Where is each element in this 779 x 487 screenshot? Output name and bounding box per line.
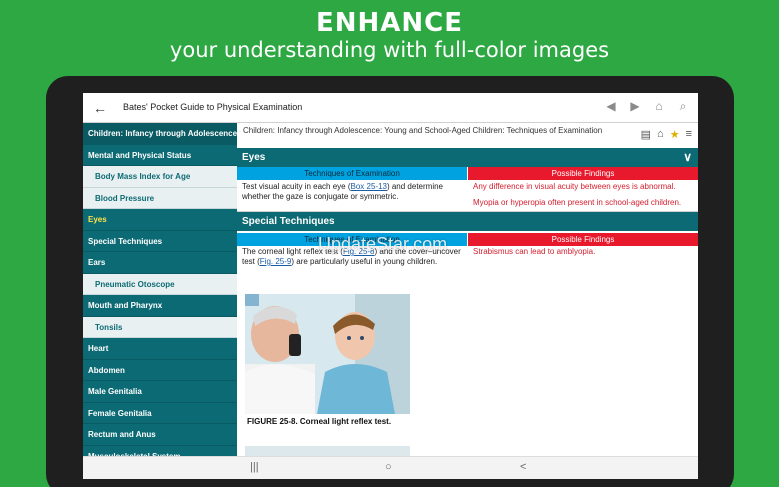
next-figure-photo[interactable] xyxy=(245,446,410,456)
watermark: UpdateStar.com xyxy=(318,234,448,254)
content-toolbar: ▤ ⌂ ★ ≡ xyxy=(641,128,692,141)
system-nav-bar: ||| ○ < xyxy=(83,456,698,479)
sidebar-item-pneumatic-otoscope[interactable]: Pneumatic Otoscope xyxy=(83,273,237,295)
sidebar-item-heart[interactable]: Heart xyxy=(83,338,237,360)
fig-25-9-link[interactable]: Fig. 25-9 xyxy=(260,257,292,266)
app-bar-actions: ◀ ▶ ⌂ ⌕ xyxy=(604,99,690,114)
breadcrumb: Children: Infancy through Adolescence: Y… xyxy=(243,126,603,135)
home-nav-icon[interactable]: ○ xyxy=(385,461,392,473)
special-finding-1: Strabismus can lead to amblyopia. xyxy=(473,247,596,256)
notes-icon[interactable]: ▤ xyxy=(641,128,651,141)
section-header-special-techniques[interactable]: Special Techniques xyxy=(237,212,698,231)
section-header-eyes[interactable]: Eyes ∨ xyxy=(237,148,698,167)
sidebar-item-musculoskeletal[interactable]: Musculoskeletal System xyxy=(83,446,237,457)
app-screen: ← Bates' Pocket Guide to Physical Examin… xyxy=(83,93,698,479)
section-title-special-techniques: Special Techniques xyxy=(242,216,335,227)
favorite-star-icon[interactable]: ★ xyxy=(670,128,680,141)
chevron-down-icon[interactable]: ∨ xyxy=(683,148,692,167)
sidebar-item-abdomen[interactable]: Abdomen xyxy=(83,360,237,381)
home-icon[interactable]: ⌂ xyxy=(652,99,666,114)
sidebar-item-bmi-for-age[interactable]: Body Mass Index for Age xyxy=(83,166,237,188)
sidebar-item-rectum-anus[interactable]: Rectum and Anus xyxy=(83,424,237,446)
photo-illustration xyxy=(245,294,410,414)
promo-subline: your understanding with full-color image… xyxy=(169,38,610,62)
eyes-finding-2: Myopia or hyperopia often present in sch… xyxy=(473,198,682,207)
sidebar-item-special-techniques[interactable]: Special Techniques xyxy=(83,231,237,252)
box-25-13-link[interactable]: Box 25-13 xyxy=(351,182,387,191)
previous-icon[interactable]: ◀ xyxy=(604,99,618,114)
app-bar: ← Bates' Pocket Guide to Physical Examin… xyxy=(83,93,698,123)
content-pane: Children: Infancy through Adolescence: Y… xyxy=(237,123,698,456)
corneal-light-reflex-photo[interactable] xyxy=(245,294,410,414)
column-header-techniques: Techniques of Examination xyxy=(237,167,467,180)
back-nav-icon[interactable]: < xyxy=(520,461,526,473)
app-title: Bates' Pocket Guide to Physical Examinat… xyxy=(123,102,303,112)
sidebar: Children: Infancy through Adolescence...… xyxy=(83,123,237,456)
recent-apps-icon[interactable]: ||| xyxy=(250,461,259,473)
next-icon[interactable]: ▶ xyxy=(628,99,642,114)
sidebar-item-male-genitalia[interactable]: Male Genitalia xyxy=(83,381,237,403)
tag-icon[interactable]: ⌂ xyxy=(657,128,664,141)
figure-caption: FIGURE 25-8. Corneal light reflex test. xyxy=(247,417,392,426)
contents-list-icon[interactable]: ≡ xyxy=(686,128,692,141)
eyes-finding-1: Any difference in visual acuity between … xyxy=(473,182,676,191)
sidebar-item-mouth-pharynx[interactable]: Mouth and Pharynx xyxy=(83,295,237,317)
search-icon[interactable]: ⌕ xyxy=(676,99,690,114)
sidebar-item-female-genitalia[interactable]: Female Genitalia xyxy=(83,403,237,424)
column-header-findings: Possible Findings xyxy=(468,167,698,180)
sidebar-item-eyes[interactable]: Eyes xyxy=(83,209,237,231)
section-title-eyes: Eyes xyxy=(242,152,266,163)
sidebar-item-blood-pressure[interactable]: Blood Pressure xyxy=(83,187,237,209)
column-header-findings-2: Possible Findings xyxy=(468,233,698,246)
sidebar-item-tonsils[interactable]: Tonsils xyxy=(83,316,237,338)
eyes-technique-text: Test visual acuity in each eye (Box 25-1… xyxy=(242,182,443,201)
sidebar-item-ears[interactable]: Ears xyxy=(83,252,237,274)
sidebar-item-mental-physical-status[interactable]: Mental and Physical Status xyxy=(83,145,237,166)
promo-headline: ENHANCE xyxy=(315,8,463,38)
sidebar-item-children[interactable]: Children: Infancy through Adolescence... xyxy=(83,123,237,145)
back-arrow-icon[interactable]: ← xyxy=(93,100,107,116)
